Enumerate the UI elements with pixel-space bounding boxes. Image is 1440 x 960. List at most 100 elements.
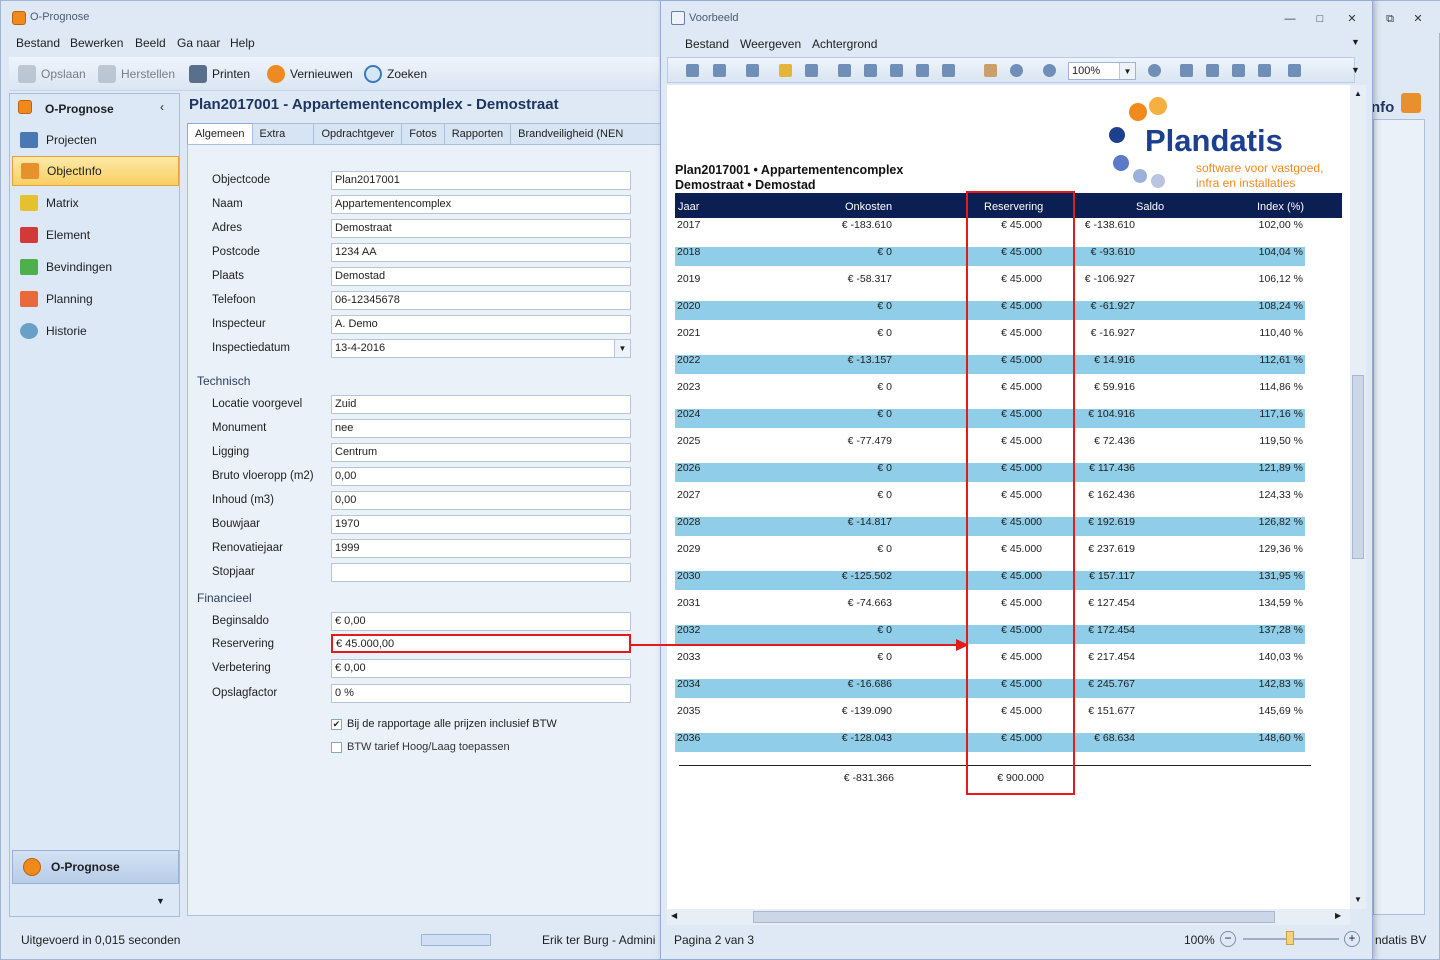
telefoon-field[interactable]: 06-12345678 <box>331 291 631 310</box>
hand-tool-icon[interactable] <box>984 64 997 77</box>
nav-item-matrix[interactable]: Matrix <box>12 188 179 218</box>
scroll-right-icon[interactable]: ▶ <box>1335 911 1341 920</box>
last-page-icon[interactable] <box>1258 64 1271 77</box>
tab-extra-info[interactable]: Extra Info <box>251 123 315 160</box>
restore-window-button[interactable]: ⧉ <box>1379 11 1401 27</box>
tab-brandveiligheid[interactable]: Brandveiligheid (NEN 6059) <box>510 123 662 160</box>
table-cell: 124,33 % <box>1258 489 1303 501</box>
print-button[interactable]: Printen <box>189 63 250 85</box>
menu-overflow-chevron-icon[interactable]: ▼ <box>1351 37 1360 47</box>
nav-bottom-button[interactable]: O-Prognose <box>12 850 179 884</box>
preview-menu-weergeven[interactable]: Weergeven <box>740 37 801 51</box>
dropdown-arrow-icon[interactable]: ▼ <box>1119 63 1135 79</box>
tab-opdrachtgever[interactable]: Opdrachtgever <box>313 123 403 144</box>
page-setup-icon[interactable] <box>890 64 903 77</box>
menu-help[interactable]: Help <box>230 36 255 50</box>
refresh-button[interactable]: Vernieuwen <box>267 63 353 85</box>
nav-item-projecten[interactable]: Projecten <box>12 125 179 155</box>
horizontal-scroll-thumb[interactable] <box>753 911 1275 923</box>
incl-btw-checkbox[interactable]: ✔ Bij de rapportage alle prijzen inclusi… <box>331 718 557 730</box>
restore-button[interactable]: Herstellen <box>98 63 175 85</box>
bruto-vloeropp-field[interactable]: 0,00 <box>331 467 631 486</box>
bouwjaar-field[interactable]: 1970 <box>331 515 631 534</box>
table-cell: € -13.157 <box>847 354 892 366</box>
thumbnails-icon[interactable] <box>746 64 759 77</box>
first-page-icon[interactable] <box>1180 64 1193 77</box>
toolbar-overflow-chevron-icon[interactable]: ▼ <box>1351 65 1360 75</box>
next-page-icon[interactable] <box>1232 64 1245 77</box>
scroll-up-icon[interactable]: ▲ <box>1354 89 1362 98</box>
menu-beeld[interactable]: Beeld <box>135 36 166 50</box>
naam-field[interactable]: Appartementencomplex <box>331 195 631 214</box>
magnifier-icon[interactable] <box>1010 64 1023 77</box>
plaats-field[interactable]: Demostad <box>331 267 631 286</box>
zoom-in-icon[interactable] <box>1148 64 1161 77</box>
printer-icon[interactable] <box>838 64 851 77</box>
maximize-preview-button[interactable]: □ <box>1309 11 1331 27</box>
col-jaar: Jaar <box>678 201 700 213</box>
page-layout-icon[interactable] <box>942 64 955 77</box>
section-financieel: Financieel <box>197 591 252 605</box>
zoom-value: 100% <box>1072 65 1101 77</box>
menu-bestand[interactable]: Bestand <box>16 36 60 50</box>
scroll-left-icon[interactable]: ◀ <box>671 911 677 920</box>
close-preview-button[interactable]: ✕ <box>1341 11 1363 27</box>
zoom-in-button[interactable]: + <box>1344 931 1360 947</box>
nav-header-title: O-Prognose <box>45 102 114 116</box>
locatie-voorgevel-field[interactable]: Zuid <box>331 395 631 414</box>
binoculars-icon[interactable] <box>713 64 726 77</box>
inhoud-field[interactable]: 0,00 <box>331 491 631 510</box>
table-cell: € 0 <box>877 651 892 663</box>
btw-tarief-checkbox[interactable]: BTW tarief Hoog/Laag toepassen <box>331 741 510 753</box>
open-icon[interactable] <box>779 64 792 77</box>
search-button[interactable]: Zoeken <box>364 63 427 85</box>
zoom-slider-thumb[interactable] <box>1286 931 1294 945</box>
previous-page-icon[interactable] <box>1206 64 1219 77</box>
vertical-scroll-thumb[interactable] <box>1352 375 1364 559</box>
objectcode-field[interactable]: Plan2017001 <box>331 171 631 190</box>
menu-bewerken[interactable]: Bewerken <box>70 36 123 50</box>
preview-horizontal-scrollbar[interactable]: ◀ ▶ <box>667 909 1350 925</box>
table-cell: € 72.436 <box>1094 435 1135 447</box>
ligging-field[interactable]: Centrum <box>331 443 631 462</box>
nav-item-historie[interactable]: Historie <box>12 316 179 346</box>
menu-ga-naar[interactable]: Ga naar <box>177 36 220 50</box>
nav-item-bevindingen[interactable]: Bevindingen <box>12 252 179 282</box>
preview-menu-bestand[interactable]: Bestand <box>685 37 729 51</box>
scroll-down-icon[interactable]: ▼ <box>1354 895 1362 904</box>
zoom-select[interactable]: 100% ▼ <box>1068 62 1136 80</box>
tab-algemeen[interactable]: Algemeen <box>187 123 253 146</box>
zoom-out-icon[interactable] <box>1043 64 1056 77</box>
nav-item-objectinfo[interactable]: ObjectInfo <box>12 156 179 186</box>
postcode-field[interactable]: 1234 AA <box>331 243 631 262</box>
dropdown-arrow-icon[interactable]: ▼ <box>614 340 630 357</box>
inspecteur-field[interactable]: A. Demo <box>331 315 631 334</box>
save-button[interactable]: Opslaan <box>18 63 86 85</box>
nav-options-chevron-icon[interactable]: ▼ <box>156 896 165 906</box>
nav-item-planning[interactable]: Planning <box>12 284 179 314</box>
document-map-icon[interactable] <box>686 64 699 77</box>
renovatiejaar-field[interactable]: 1999 <box>331 539 631 558</box>
field-label: Telefoon <box>212 294 256 306</box>
stopjaar-field[interactable] <box>331 563 631 582</box>
save-icon[interactable] <box>805 64 818 77</box>
nav-item-element[interactable]: Element <box>12 220 179 250</box>
monument-field[interactable]: nee <box>331 419 631 438</box>
scale-icon[interactable] <box>916 64 929 77</box>
quick-print-icon[interactable] <box>864 64 877 77</box>
zoom-out-button[interactable]: − <box>1220 931 1236 947</box>
close-window-button[interactable]: ✕ <box>1407 11 1429 27</box>
tab-fotos[interactable]: Fotos <box>401 123 445 144</box>
preview-menu-achtergrond[interactable]: Achtergrond <box>812 37 877 51</box>
beginsaldo-field[interactable]: € 0,00 <box>331 612 631 631</box>
multiple-pages-icon[interactable] <box>1288 64 1301 77</box>
tab-rapporten[interactable]: Rapporten <box>443 123 512 144</box>
preview-vertical-scrollbar[interactable]: ▲ ▼ <box>1350 85 1366 909</box>
inspectiedatum-picker[interactable]: 13-4-2016 ▼ <box>331 339 631 358</box>
verbetering-field[interactable]: € 0,00 <box>331 659 631 678</box>
reservering-field[interactable]: € 45.000,00 <box>331 634 631 653</box>
adres-field[interactable]: Demostraat <box>331 219 631 238</box>
minimize-preview-button[interactable]: — <box>1279 11 1301 27</box>
collapse-nav-icon[interactable]: ‹ <box>160 100 164 114</box>
opslagfactor-field[interactable]: 0 % <box>331 684 631 703</box>
